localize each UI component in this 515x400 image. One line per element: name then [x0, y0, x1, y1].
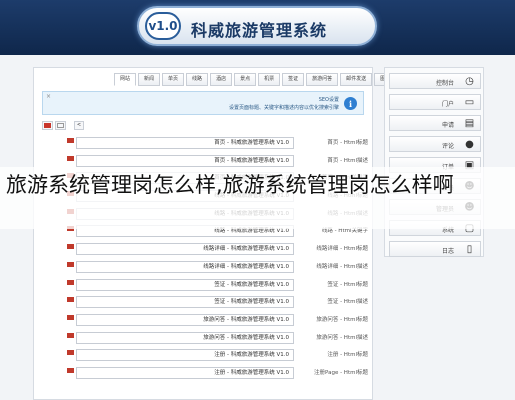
sidebar-item-label: 门户 [441, 101, 454, 108]
tab-5[interactable]: 景点 [234, 73, 257, 86]
form-row: 线路详细 - 科威旅游管理系统 V1.0 线路详细 - Html标题 [34, 242, 374, 260]
form-row: 签证 - 科威旅游管理系统 V1.0 签证 - Html标题 [34, 278, 374, 296]
form-row: 注册 - 科威旅游管理系统 V1.0 注册 - Html标题 [34, 348, 374, 366]
sidebar-item-3[interactable]: 评论 ● [389, 136, 481, 152]
close-icon[interactable]: × [46, 93, 51, 100]
flag-icon [67, 297, 74, 303]
form-row: 旅游问答 - 科威旅游管理系统 V1.0 旅游问答 - Html描述 [34, 331, 374, 349]
flag-icon [67, 350, 74, 356]
caption-text: 旅游系统管理岗怎么样,旅游系统管理岗怎么样啊 [6, 173, 454, 197]
tab-9[interactable]: 邮件发送 [340, 73, 373, 86]
main-panel: 网站新闻单页线路酒店景点机票签证旅游问答邮件发送图片管理 × SEO设置 设置页… [33, 67, 407, 400]
form-row: 旅游问答 - 科威旅游管理系统 V1.0 旅游问答 - Html标题 [34, 313, 374, 331]
info-box: × SEO设置 设置页面标题、关键字和描述内容以优化搜索引擎 i [42, 91, 364, 115]
tab-8[interactable]: 旅游问答 [306, 73, 339, 86]
header-banner: v1.0 科威旅游管理系统 [137, 6, 377, 46]
seo-input[interactable]: 首页 - 科威旅游管理系统 V1.0 [76, 154, 294, 167]
info-text: 设置页面标题、关键字和描述内容以优化搜索引擎 [228, 105, 339, 111]
clipboard-icon: ▤ [464, 118, 475, 129]
flag-icon [67, 244, 74, 250]
sidebar-item-2[interactable]: 申请 ▤ [389, 115, 481, 131]
tab-0[interactable]: 网站 [114, 73, 137, 86]
info-title: SEO设置 [318, 97, 339, 103]
chat-icon: ● [465, 139, 474, 150]
seo-input[interactable]: 线路详细 - 科威旅游管理系统 V1.0 [76, 243, 294, 256]
clock-icon: ◷ [465, 76, 474, 87]
tab-7[interactable]: 签证 [282, 73, 305, 86]
sidebar-item-label: 评论 [441, 143, 454, 150]
sidebar-item-label: 申请 [441, 122, 454, 129]
form-row: 注册 - 科威旅游管理系统 V1.0 注册Page - Html标题 [34, 366, 374, 384]
seo-input[interactable]: 签证 - 科威旅游管理系统 V1.0 [76, 296, 294, 309]
seo-input[interactable]: 注册 - 科威旅游管理系统 V1.0 [76, 366, 294, 379]
field-label: 线路详细 - Html标题 [316, 246, 368, 253]
form-row: 线路详细 - 科威旅游管理系统 V1.0 线路详细 - Html描述 [34, 260, 374, 278]
field-label: 签证 - Html标题 [327, 281, 368, 288]
version-logo: v1.0 [145, 12, 181, 40]
document-icon: ▯ [466, 244, 473, 255]
app-header: v1.0 科威旅游管理系统 [0, 0, 515, 55]
field-label: 注册Page - Html标题 [314, 369, 368, 376]
grid-button[interactable] [55, 121, 66, 130]
grid-icon [57, 123, 64, 128]
field-label: 首页 - Html标题 [327, 140, 368, 146]
info-icon: i [344, 97, 357, 110]
tab-1[interactable]: 新闻 [138, 73, 161, 86]
field-label: 线路详细 - Html描述 [316, 263, 368, 270]
seo-input[interactable]: 注册 - 科威旅游管理系统 V1.0 [76, 349, 294, 362]
tab-3[interactable]: 线路 [186, 73, 209, 86]
sidebar-item-label: 日志 [441, 248, 454, 255]
field-label: 旅游问答 - Html标题 [316, 316, 368, 323]
tab-6[interactable]: 机票 [258, 73, 281, 86]
folder-icon: ▭ [464, 97, 475, 108]
tab-4[interactable]: 酒店 [210, 73, 233, 86]
seo-input[interactable]: 旅游问答 - 科威旅游管理系统 V1.0 [76, 313, 294, 326]
flag-icon [67, 367, 74, 373]
flag-icon [67, 261, 74, 267]
collapse-button[interactable]: < [74, 121, 84, 130]
seo-input[interactable]: 首页 - 科威旅游管理系统 V1.0 [76, 137, 294, 149]
field-label: 旅游问答 - Html描述 [316, 334, 368, 341]
flag-icon [67, 314, 74, 320]
field-label: 注册 - Html标题 [327, 352, 368, 359]
app-title: 科威旅游管理系统 [191, 21, 328, 40]
seo-input[interactable]: 旅游问答 - 科威旅游管理系统 V1.0 [76, 331, 294, 344]
field-label: 签证 - Html描述 [327, 299, 368, 306]
flag-icon [44, 123, 51, 128]
flag-icon [67, 279, 74, 285]
mini-toolbar [42, 121, 68, 130]
field-label: 首页 - Html描述 [327, 157, 368, 164]
sidebar-item-8[interactable]: 日志 ▯ [389, 241, 481, 257]
form-row: 首页 - 科威旅游管理系统 V1.0 首页 - Html标题 [34, 136, 374, 154]
tab-2[interactable]: 单页 [162, 73, 185, 86]
flag-icon [67, 138, 74, 143]
sidebar-item-label: 控制台 [435, 80, 454, 87]
sidebar-item-1[interactable]: 门户 ▭ [389, 94, 481, 110]
seo-input[interactable]: 签证 - 科威旅游管理系统 V1.0 [76, 278, 294, 291]
flag-icon [67, 155, 74, 161]
sidebar-item-0[interactable]: 控制台 ◷ [389, 73, 481, 89]
flag-button[interactable] [42, 121, 53, 130]
form-row: 签证 - 科威旅游管理系统 V1.0 签证 - Html描述 [34, 295, 374, 313]
flag-icon [67, 332, 74, 338]
tab-bar: 网站新闻单页线路酒店景点机票签证旅游问答邮件发送图片管理 [114, 73, 408, 86]
seo-input[interactable]: 线路详细 - 科威旅游管理系统 V1.0 [76, 260, 294, 273]
